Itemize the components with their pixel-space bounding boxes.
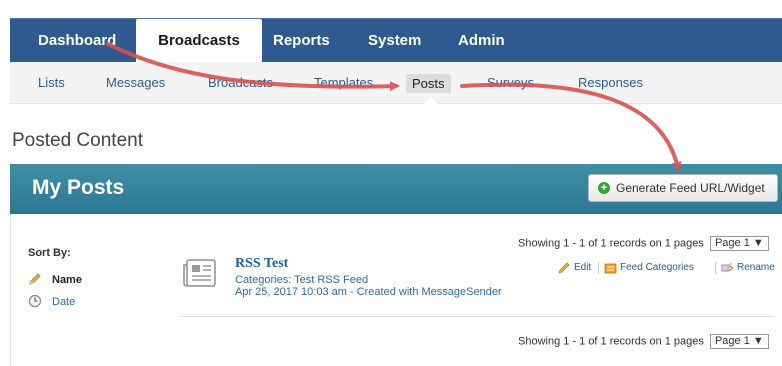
subnav-surveys[interactable]: Surveys bbox=[487, 62, 534, 104]
panel-left-border bbox=[10, 214, 11, 366]
subnav-templates[interactable]: Templates bbox=[314, 62, 373, 104]
edit-label: Edit bbox=[574, 262, 592, 273]
nav-broadcasts[interactable]: Broadcasts bbox=[136, 19, 262, 65]
rename-icon bbox=[721, 262, 734, 273]
page-select-bottom[interactable]: Page 1 ▼ bbox=[709, 334, 769, 349]
active-subnav-pointer bbox=[423, 97, 439, 105]
page-select-top[interactable]: Page 1 ▼ bbox=[709, 236, 769, 251]
screenshot-stage: Dashboard Broadcasts Reports System Admi… bbox=[0, 0, 782, 366]
nav-reports[interactable]: Reports bbox=[273, 19, 330, 63]
generate-feed-button[interactable]: + Generate Feed URL/Widget bbox=[588, 174, 778, 202]
news-article-icon bbox=[183, 259, 216, 287]
post-divider bbox=[180, 316, 774, 317]
subnav-posts[interactable]: Posts bbox=[406, 74, 451, 93]
pagination-summary: Showing 1 - 1 of 1 records on 1 pages bbox=[518, 335, 704, 348]
plus-circle-icon: + bbox=[598, 182, 610, 194]
feed-categories-label: Feed Categories bbox=[620, 262, 694, 273]
pagination-top: Showing 1 - 1 of 1 records on 1 pages Pa… bbox=[518, 236, 769, 251]
pencil-icon bbox=[29, 273, 41, 285]
sub-navigation: Lists Messages Broadcasts Templates Post… bbox=[10, 62, 782, 104]
my-posts-panel-header: My Posts + Generate Feed URL/Widget bbox=[10, 164, 782, 214]
action-separator bbox=[598, 262, 599, 274]
my-posts-panel-body: Sort By: Name Date Showing 1 - 1 of 1 re… bbox=[10, 214, 782, 366]
sort-by-date[interactable]: Date bbox=[28, 294, 98, 310]
top-navigation: Dashboard Broadcasts Reports System Admi… bbox=[10, 18, 782, 65]
action-separator bbox=[715, 262, 716, 274]
pagination-summary: Showing 1 - 1 of 1 records on 1 pages bbox=[518, 237, 704, 250]
sort-by-name[interactable]: Name bbox=[28, 272, 98, 288]
subnav-responses[interactable]: Responses bbox=[578, 62, 643, 104]
subnav-lists[interactable]: Lists bbox=[38, 62, 65, 104]
subnav-broadcasts[interactable]: Broadcasts bbox=[208, 62, 273, 104]
panel-title: My Posts bbox=[32, 176, 125, 199]
sort-date-label: Date bbox=[52, 296, 76, 308]
nav-system[interactable]: System bbox=[368, 19, 421, 63]
sort-by-label: Sort By: bbox=[28, 247, 71, 259]
nav-admin[interactable]: Admin bbox=[458, 19, 505, 63]
pagination-bottom: Showing 1 - 1 of 1 records on 1 pages Pa… bbox=[518, 334, 769, 349]
page-title: Posted Content bbox=[12, 130, 143, 151]
pencil-icon bbox=[558, 262, 570, 274]
sort-name-label: Name bbox=[52, 274, 82, 286]
feed-categories-icon bbox=[604, 263, 617, 274]
rename-label: Rename bbox=[737, 262, 775, 273]
generate-feed-label: Generate Feed URL/Widget bbox=[616, 181, 765, 195]
post-created: Apr 25, 2017 10:03 am - Created with Mes… bbox=[235, 286, 502, 298]
clock-icon bbox=[28, 294, 42, 308]
nav-dashboard[interactable]: Dashboard bbox=[38, 19, 116, 63]
post-title-link[interactable]: RSS Test bbox=[235, 256, 288, 272]
subnav-messages[interactable]: Messages bbox=[106, 62, 165, 104]
post-categories: Categories: Test RSS Feed bbox=[235, 274, 369, 286]
